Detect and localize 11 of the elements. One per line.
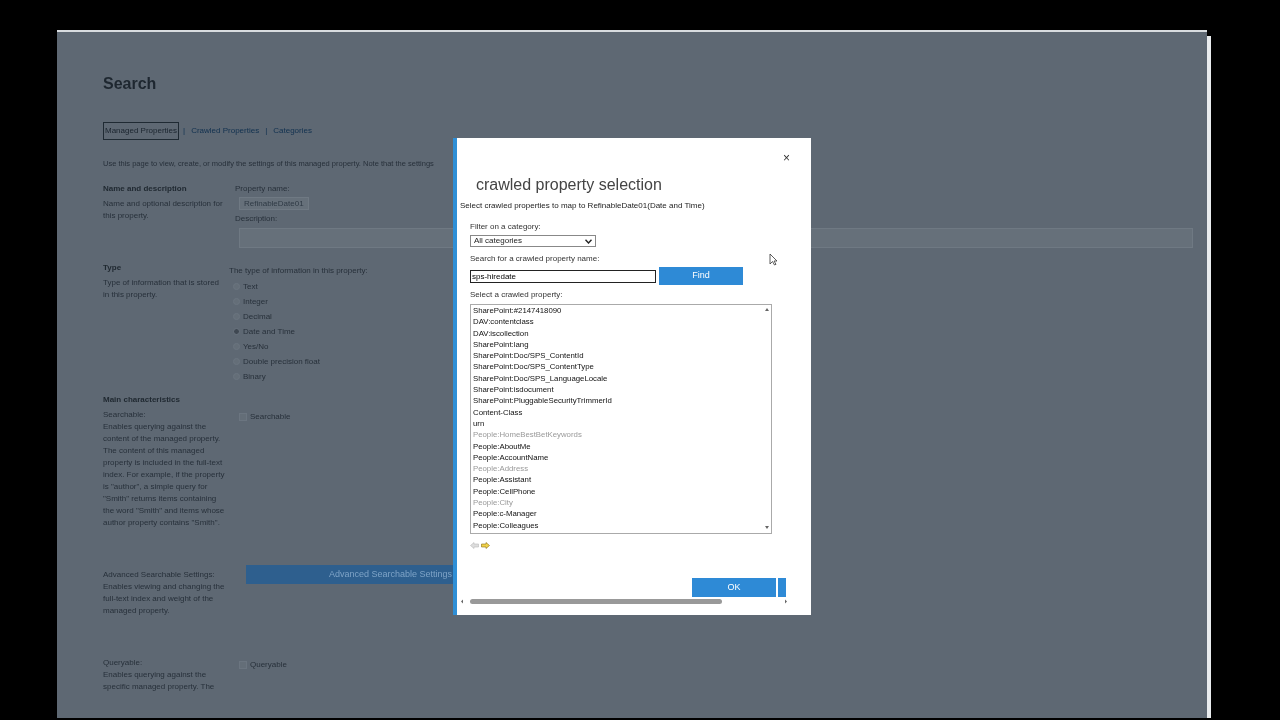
section-heading: Name and description — [103, 183, 187, 196]
separator: | — [183, 125, 186, 137]
field-label: Select a crawled property: — [470, 289, 563, 301]
section-heading: Type — [103, 262, 122, 275]
page-title: Search — [103, 74, 157, 94]
field-label: Filter on a category: — [470, 221, 541, 233]
field-label: Search for a crawled property name: — [470, 253, 600, 265]
dialog-subtitle: Select crawled properties to map to RefinableDate01(Date and Time) — [460, 200, 705, 212]
dialog-title: crawled property selection — [475, 175, 662, 195]
section-heading: Main characteristics — [103, 394, 180, 407]
separator: | — [265, 125, 268, 137]
